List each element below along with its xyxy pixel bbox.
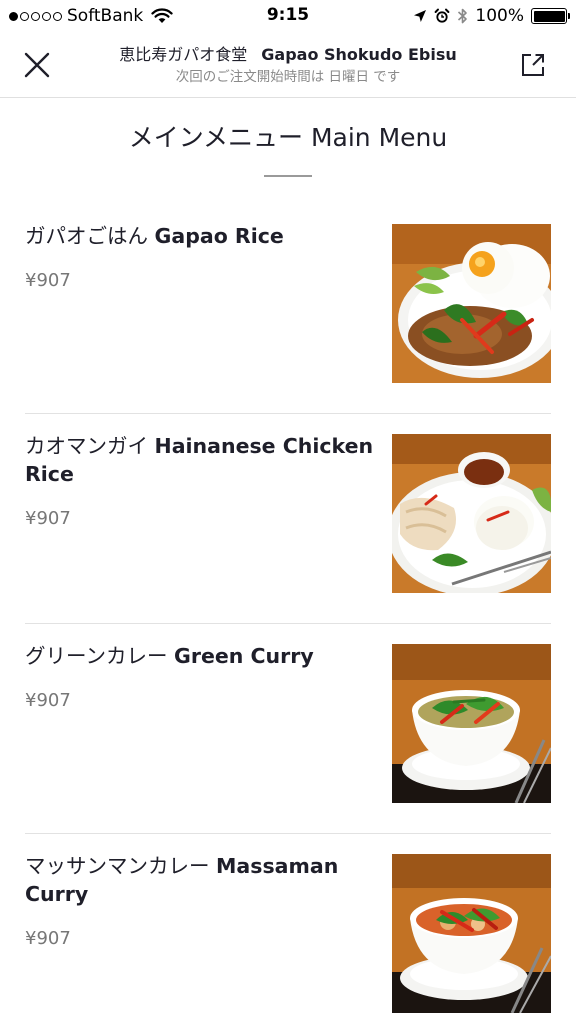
battery-percentage: 100% xyxy=(475,6,524,26)
status-bar: SoftBank 9:15 100% xyxy=(0,0,576,34)
menu-item-name: カオマンガイ Hainanese Chicken Rice xyxy=(25,432,375,488)
menu-item-price: ¥907 xyxy=(25,928,71,949)
alarm-clock-icon xyxy=(434,8,450,23)
menu-item-name-ja: ガパオごはん xyxy=(25,224,148,248)
menu-item-name-ja: グリーンカレー xyxy=(25,644,168,668)
gapao-rice-photo xyxy=(392,224,551,383)
close-button[interactable] xyxy=(22,50,52,80)
share-icon xyxy=(522,54,544,76)
menu-item-price: ¥907 xyxy=(25,690,71,711)
menu-item-gapao-rice[interactable]: ガパオごはん Gapao Rice ¥907 xyxy=(0,204,576,414)
status-bar-right: 100% xyxy=(413,5,570,27)
massaman-curry-photo xyxy=(392,854,551,1013)
menu-item-green-curry[interactable]: グリーンカレー Green Curry ¥907 xyxy=(0,624,576,834)
menu-item-name-en: Gapao Rice xyxy=(154,224,284,248)
menu-item-price: ¥907 xyxy=(25,508,71,529)
menu-item-name: マッサンマンカレー Massaman Curry xyxy=(25,852,375,908)
menu-item-massaman-curry[interactable]: マッサンマンカレー Massaman Curry ¥907 xyxy=(0,834,576,1024)
close-icon xyxy=(24,52,50,78)
menu-item-name: ガパオごはん Gapao Rice xyxy=(25,222,375,250)
share-button[interactable] xyxy=(518,50,548,80)
restaurant-name-en: Gapao Shokudo Ebisu xyxy=(261,45,457,64)
restaurant-title: 恵比寿ガパオ食堂 Gapao Shokudo Ebisu xyxy=(90,41,486,65)
location-arrow-icon xyxy=(414,10,427,22)
menu-item-name-ja: マッサンマンカレー xyxy=(25,854,210,878)
green-curry-photo xyxy=(392,644,551,803)
menu-item-hainanese-chicken-rice[interactable]: カオマンガイ Hainanese Chicken Rice ¥907 xyxy=(0,414,576,624)
menu-item-name-ja: カオマンガイ xyxy=(25,434,148,458)
menu-item-name: グリーンカレー Green Curry xyxy=(25,642,375,670)
section-title: メインメニュー Main Menu xyxy=(128,123,448,152)
menu-item-price: ¥907 xyxy=(25,270,71,291)
section-divider xyxy=(264,175,312,177)
chicken-rice-photo xyxy=(392,434,551,593)
battery-icon xyxy=(531,8,570,24)
restaurant-name-ja: 恵比寿ガパオ食堂 xyxy=(119,45,248,64)
menu-item-name-en: Green Curry xyxy=(174,644,314,668)
next-order-notice: 次回のご注文開始時間は 日曜日 です xyxy=(175,69,401,85)
restaurant-header: 恵比寿ガパオ食堂 Gapao Shokudo Ebisu 次回のご注文開始時間は … xyxy=(0,34,576,98)
bluetooth-icon xyxy=(458,8,468,24)
